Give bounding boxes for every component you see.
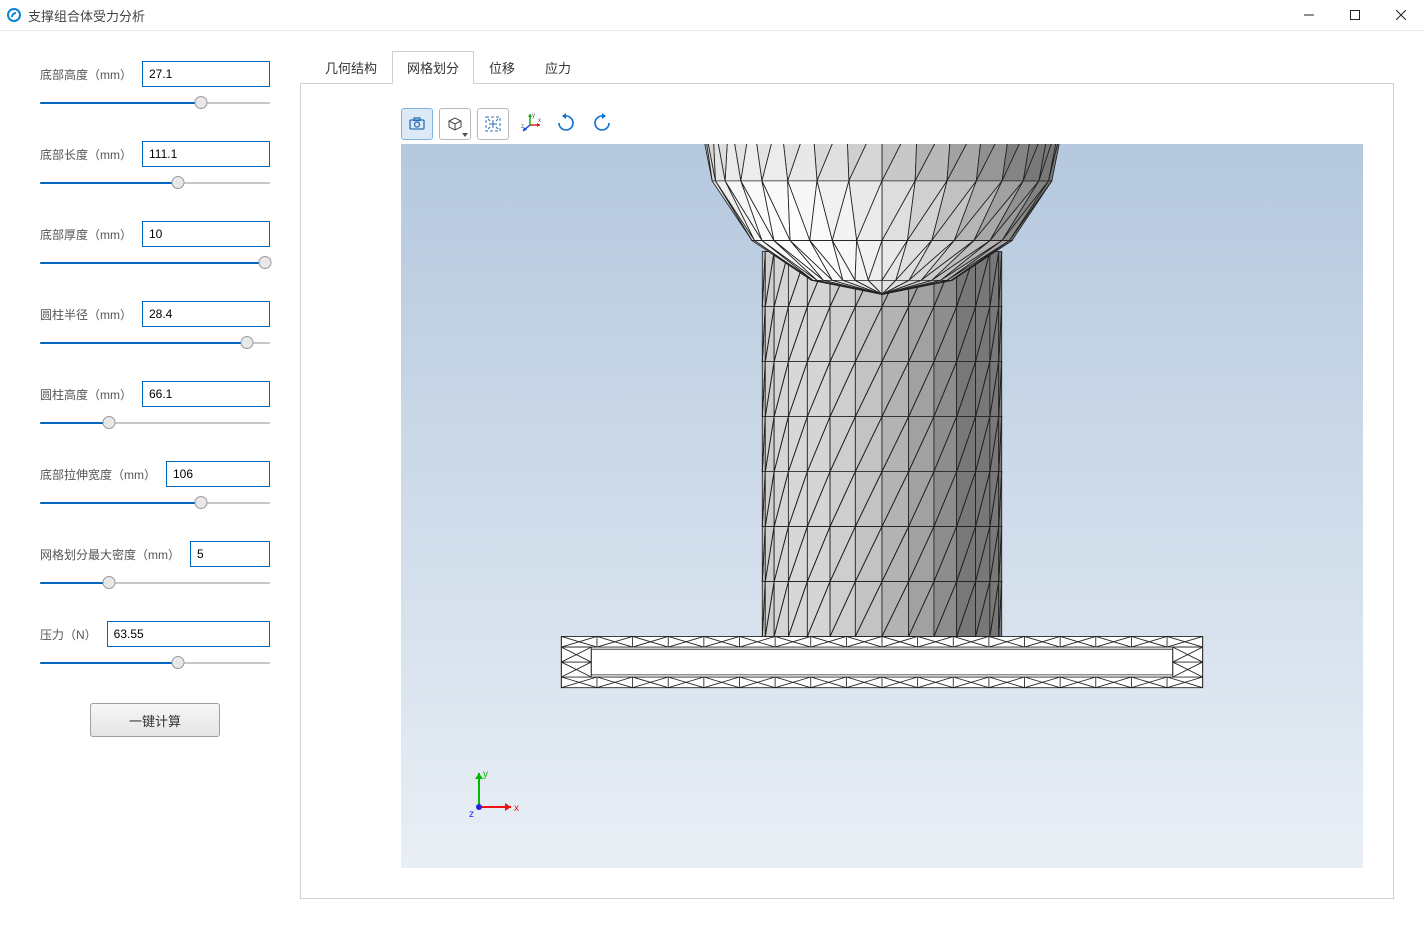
screenshot-button[interactable] <box>401 108 433 140</box>
viewer-panel: xyz x y z <box>300 83 1394 899</box>
param-slider-6[interactable] <box>40 573 270 593</box>
tab-2[interactable]: 位移 <box>474 51 530 84</box>
param-input-1[interactable] <box>142 141 270 167</box>
param-input-4[interactable] <box>142 381 270 407</box>
param-slider-2[interactable] <box>40 253 270 273</box>
svg-text:z: z <box>521 124 524 130</box>
tab-1[interactable]: 网格划分 <box>392 51 474 84</box>
param-input-2[interactable] <box>142 221 270 247</box>
maximize-button[interactable] <box>1332 0 1378 30</box>
parameter-panel: 底部高度（mm） 底部长度（mm） 底部厚度（mm） 圆柱半径（mm） 圆柱高度… <box>0 31 300 929</box>
rotate-cw-button[interactable] <box>551 108 581 138</box>
tab-0[interactable]: 几何结构 <box>310 51 392 84</box>
svg-text:y: y <box>483 769 488 780</box>
param-label-6: 网格划分最大密度（mm） <box>40 546 180 563</box>
param-input-0[interactable] <box>142 61 270 87</box>
viewer-toolbar: xy z <box>401 108 617 140</box>
param-slider-5[interactable] <box>40 493 270 513</box>
app-icon <box>6 7 22 23</box>
param-label-1: 底部长度（mm） <box>40 146 132 163</box>
param-slider-0[interactable] <box>40 93 270 113</box>
param-slider-7[interactable] <box>40 653 270 673</box>
param-input-7[interactable] <box>107 621 270 647</box>
param-slider-1[interactable] <box>40 173 270 193</box>
window-title: 支撑组合体受力分析 <box>28 6 145 25</box>
fit-view-button[interactable] <box>477 108 509 140</box>
titlebar: 支撑组合体受力分析 <box>0 0 1424 31</box>
view-cube-button[interactable] <box>439 108 471 140</box>
param-slider-4[interactable] <box>40 413 270 433</box>
param-input-3[interactable] <box>142 301 270 327</box>
param-label-2: 底部厚度（mm） <box>40 226 132 243</box>
tab-bar: 几何结构网格划分位移应力 <box>300 51 1394 84</box>
param-label-7: 压力（N） <box>40 626 97 643</box>
orientation-triad: x y z <box>461 765 521 828</box>
axes-toggle-button[interactable]: xy z <box>515 108 545 138</box>
param-input-5[interactable] <box>166 461 270 487</box>
close-button[interactable] <box>1378 0 1424 30</box>
svg-text:y: y <box>532 113 535 119</box>
param-label-3: 圆柱半径（mm） <box>40 306 132 323</box>
rotate-ccw-button[interactable] <box>587 108 617 138</box>
param-label-4: 圆柱高度（mm） <box>40 386 132 403</box>
param-label-5: 底部拉伸宽度（mm） <box>40 466 156 483</box>
mesh-canvas[interactable]: x y z <box>401 144 1363 868</box>
tab-3[interactable]: 应力 <box>530 51 586 84</box>
minimize-button[interactable] <box>1286 0 1332 30</box>
param-slider-3[interactable] <box>40 333 270 353</box>
svg-text:x: x <box>514 803 519 814</box>
param-input-6[interactable] <box>190 541 270 567</box>
svg-text:z: z <box>469 809 474 820</box>
compute-button[interactable]: 一键计算 <box>90 703 220 737</box>
svg-text:x: x <box>538 118 541 124</box>
param-label-0: 底部高度（mm） <box>40 66 132 83</box>
